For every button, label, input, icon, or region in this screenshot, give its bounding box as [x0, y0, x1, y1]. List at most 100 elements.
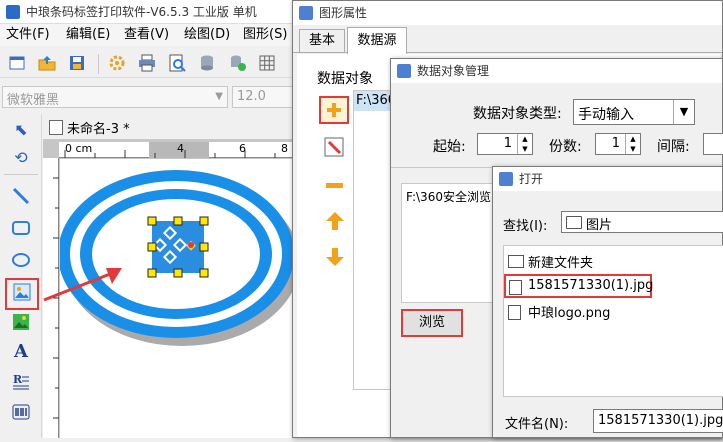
window-icon	[299, 6, 313, 20]
window-icon	[397, 64, 411, 78]
ruler-origin-label: 0 cm	[65, 142, 93, 155]
properties-titlebar: 图形属性	[293, 1, 722, 25]
font-size-value: 12.0	[237, 89, 266, 104]
font-bar: 微软雅黑 ▼ 12.0	[0, 80, 300, 112]
pointer-icon[interactable]: ⬉	[8, 118, 34, 142]
ruler-tick-label: 4	[177, 142, 184, 155]
open-titlebar: 打开	[493, 167, 722, 191]
menu-file[interactable]: 文件(F)	[6, 24, 50, 46]
file-name: 中琅logo.png	[528, 306, 611, 321]
grid-icon[interactable]	[256, 52, 278, 74]
list-item-selected[interactable]: 1581571330(1).jpg	[504, 274, 654, 298]
document-tab[interactable]: 未命名-3 *	[43, 114, 296, 140]
menu-edit[interactable]: 编辑(E)	[66, 24, 110, 46]
file-name: 1581571330(1).jpg	[528, 278, 654, 293]
edit-button[interactable]	[323, 136, 347, 158]
settings-gear-icon[interactable]	[106, 52, 128, 74]
tab-datasource[interactable]: 数据源	[347, 27, 407, 54]
tab-basic-label: 基本	[308, 33, 335, 48]
picture-tool-icon[interactable]	[8, 310, 34, 334]
document-icon	[49, 120, 63, 135]
data-type-value: 手动输入	[578, 107, 634, 123]
start-spinner[interactable]: 1 ▲ ▼	[477, 133, 533, 155]
file-name: 新建文件夹	[528, 256, 594, 271]
palette-divider	[4, 174, 38, 175]
image-tool-button[interactable]	[5, 278, 39, 310]
annotation-arrow	[43, 268, 122, 302]
file-list[interactable]: 新建文件夹 1581571330(1).jpg 中琅logo.png	[503, 245, 723, 397]
svg-text:R: R	[13, 373, 23, 386]
browse-button[interactable]: 浏览	[401, 309, 463, 337]
rotate-icon[interactable]: ⟲	[8, 146, 34, 170]
spinner-arrows-icon[interactable]: ▲ ▼	[625, 134, 640, 154]
lookin-label: 查找(I):	[503, 219, 548, 234]
database-icon[interactable]	[196, 52, 218, 74]
dm-titlebar: 数据对象管理	[391, 59, 722, 83]
copies-spinner[interactable]: 1 ▲ ▼	[595, 133, 641, 155]
tab-datasource-label: 数据源	[357, 33, 397, 48]
font-family-select[interactable]: 微软雅黑 ▼	[2, 86, 228, 108]
image-file-icon	[508, 305, 521, 320]
tool-palette: ⬉ ⟲ A R	[0, 114, 42, 438]
properties-tabs: 基本 数据源	[293, 27, 722, 54]
copies-label: 份数:	[549, 139, 582, 155]
document-tab-label: 未命名-3 *	[67, 122, 130, 137]
menu-draw[interactable]: 绘图(D)	[184, 24, 230, 46]
filename-value: 1581571330(1).jpg	[598, 413, 723, 428]
open-title: 打开	[519, 172, 544, 186]
ellipse-tool-icon[interactable]	[8, 248, 34, 272]
add-button[interactable]	[319, 96, 349, 124]
line-tool-icon[interactable]	[8, 184, 34, 208]
move-down-button[interactable]	[323, 246, 347, 268]
data-type-label: 数据对象类型:	[473, 106, 562, 122]
print-preview-icon[interactable]	[166, 52, 188, 74]
ruler-tick-label: 6	[239, 142, 246, 155]
save-icon[interactable]	[66, 52, 88, 74]
print-icon[interactable]	[136, 52, 158, 74]
move-up-button[interactable]	[323, 210, 347, 232]
browse-button-label: 浏览	[418, 315, 445, 330]
content-text: F:\360安全浏览	[406, 190, 491, 204]
menu-view[interactable]: 查看(V)	[124, 24, 169, 46]
app-logo-icon	[6, 5, 20, 19]
paragraph-tool-icon[interactable]: R	[8, 370, 34, 394]
chevron-down-icon: ▼	[673, 100, 694, 124]
content-textarea[interactable]: F:\360安全浏览	[401, 183, 493, 303]
data-object-label: 数据对象	[317, 71, 373, 87]
font-size-select[interactable]: 12.0	[232, 86, 294, 108]
rounded-rect-tool-icon[interactable]	[8, 216, 34, 240]
open-folder-icon[interactable]	[36, 52, 58, 74]
start-value: 1	[503, 136, 512, 151]
remove-button[interactable]	[323, 174, 347, 196]
folder-icon	[566, 216, 582, 229]
chevron-down-icon: ▼	[215, 91, 223, 102]
data-type-select[interactable]: 手动输入 ▼	[573, 99, 695, 125]
text-tool-icon[interactable]: A	[8, 340, 34, 364]
spinner-arrows-icon[interactable]: ▲ ▼	[517, 134, 532, 154]
interval-label: 间隔:	[657, 139, 690, 155]
tab-basic[interactable]: 基本	[299, 29, 345, 53]
menu-shape[interactable]: 图形(S)	[243, 24, 287, 46]
image-file-icon	[509, 280, 522, 295]
toolbar	[0, 48, 300, 78]
window-icon	[499, 172, 513, 186]
font-family-value: 微软雅黑	[7, 93, 60, 108]
start-label: 起始:	[433, 139, 466, 155]
copies-value: 1	[611, 136, 620, 151]
open-file-dialog: 打开 查找(I): 图片 新建文件夹 1581571330(1).jpg 中琅l…	[492, 166, 723, 438]
properties-title: 图形属性	[319, 6, 368, 20]
lookin-value: 图片	[586, 218, 613, 233]
horizontal-ruler: 0 cm 4 6 8	[59, 142, 296, 158]
database-connect-icon[interactable]	[226, 52, 248, 74]
toolbar-divider	[98, 54, 99, 74]
dm-title: 数据对象管理	[417, 64, 490, 78]
ruler-tick-label: 8	[281, 142, 288, 155]
interval-input[interactable]	[703, 133, 723, 155]
new-file-icon[interactable]	[6, 52, 28, 74]
inserted-image[interactable]	[152, 221, 204, 273]
barcode-tool-icon[interactable]	[8, 400, 34, 424]
main-title: 中琅条码标签打印软件-V6.5.3 工业版 单机	[26, 5, 257, 19]
lookin-select[interactable]: 图片	[561, 211, 723, 233]
filename-input[interactable]: 1581571330(1).jpg	[593, 409, 723, 433]
folder-icon	[508, 255, 524, 268]
